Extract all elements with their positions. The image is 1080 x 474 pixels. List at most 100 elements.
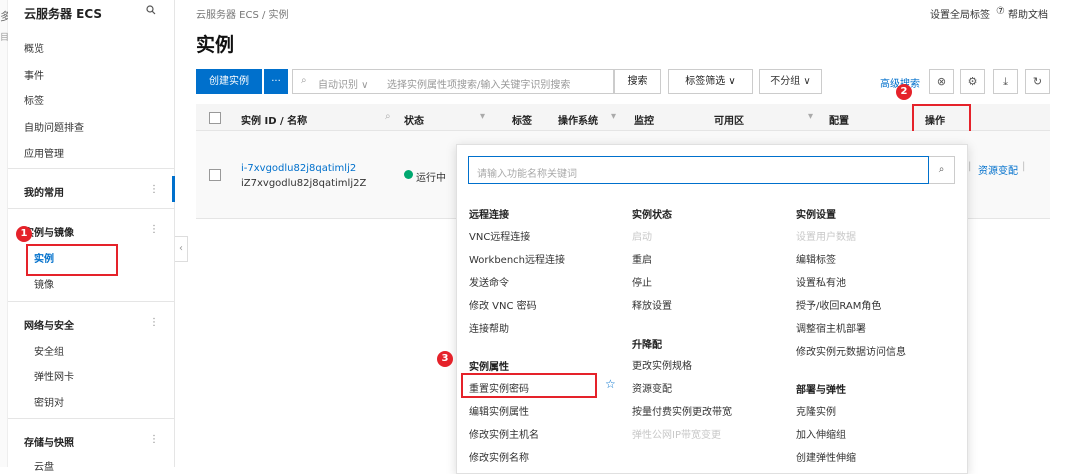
search-placeholder: 选择实例属性项搜索/输入关键字识别搜索 [387, 80, 571, 91]
search-type-select[interactable]: 自动识别 ∨ [318, 76, 369, 91]
action-separator: | [1022, 161, 1026, 172]
menu-item-send-command[interactable]: 发送命令 [469, 274, 509, 289]
section-remote-connection: 远程连接 [469, 210, 509, 221]
left-strip [0, 0, 8, 467]
more-icon[interactable]: ⋮ [149, 317, 159, 328]
sidebar-item-disks[interactable]: 云盘 [34, 458, 54, 473]
help-icon[interactable]: ⑦ [996, 6, 1005, 17]
filter-icon[interactable]: ▾ [480, 111, 485, 122]
sidebar-item-images[interactable]: 镜像 [34, 276, 54, 291]
function-search-input[interactable]: 请输入功能名称关键词 [468, 156, 929, 184]
sidebar-item-eni[interactable]: 弹性网卡 [34, 368, 74, 383]
menu-item-clone-instance[interactable]: 克隆实例 [796, 403, 836, 418]
menu-item-connect-help[interactable]: 连接帮助 [469, 320, 509, 335]
search-icon[interactable]: ⌕ [385, 111, 391, 122]
menu-item-eip-bandwidth[interactable]: 弹性公网IP带宽变更 [632, 426, 721, 441]
more-actions-button[interactable]: ··· [264, 69, 288, 94]
page-title: 实例 [196, 34, 235, 56]
function-search-placeholder: 请输入功能名称关键词 [477, 169, 577, 180]
col-header-monitor: 监控 [634, 116, 654, 127]
col-header-status: 状态 [404, 116, 424, 127]
search-input[interactable]: ⌕ 自动识别 ∨ 选择实例属性项搜索/输入关键字识别搜索 [292, 69, 614, 94]
annotation-box-1 [26, 244, 118, 276]
global-tags-link[interactable]: 设置全局标签 [930, 6, 990, 21]
col-header-os: 操作系统 [558, 116, 598, 127]
search-icon[interactable]: ⌕ [929, 156, 955, 184]
menu-item-join-scaling-group[interactable]: 加入伸缩组 [796, 426, 846, 441]
resize-resource-link[interactable]: 资源变配 [978, 162, 1018, 177]
menu-item-ram-role[interactable]: 授予/收回RAM角色 [796, 297, 881, 312]
sidebar-item-favorites[interactable]: 我的常用 [24, 184, 64, 199]
running-status-icon [404, 170, 413, 179]
section-upgrade-downgrade: 升降配 [632, 340, 662, 351]
sidebar-group-storage[interactable]: 存储与快照 [24, 434, 74, 449]
action-separator: | [968, 161, 972, 172]
menu-item-stop[interactable]: 停止 [632, 274, 652, 289]
more-icon[interactable]: ⋮ [149, 434, 159, 445]
collapse-sidebar-button[interactable]: ‹ [175, 236, 188, 262]
menu-item-edit-attributes[interactable]: 编辑实例属性 [469, 403, 529, 418]
annotation-badge-3: 3 [437, 351, 453, 367]
sidebar-item-events[interactable]: 事件 [24, 67, 44, 82]
menu-item-change-vnc-password[interactable]: 修改 VNC 密码 [469, 297, 537, 312]
section-instance-attributes: 实例属性 [469, 362, 509, 373]
instance-name: iZ7xvgodlu82j8qatimlj2Z [241, 178, 367, 189]
create-instance-button[interactable]: 创建实例 [196, 69, 262, 94]
gear-icon[interactable]: ⚙ [960, 69, 985, 94]
refresh-icon[interactable]: ↻ [1025, 69, 1050, 94]
section-deployment-elasticity: 部署与弹性 [796, 385, 846, 396]
filter-settings-icon[interactable]: ⊗ [929, 69, 954, 94]
star-icon[interactable]: ☆ [605, 377, 616, 391]
instance-id-link[interactable]: i-7xvgodlu82j8qatimlj2 [241, 163, 356, 174]
sidebar-item-troubleshoot[interactable]: 自助问题排查 [24, 119, 84, 134]
menu-item-change-spec[interactable]: 更改实例规格 [632, 357, 692, 372]
sidebar-group-network-security[interactable]: 网络与安全 [24, 317, 74, 332]
col-header-tags: 标签 [512, 116, 532, 127]
more-icon[interactable]: ⋮ [149, 184, 159, 195]
search-button[interactable]: 搜索 [614, 69, 661, 94]
menu-item-change-hostname[interactable]: 修改实例主机名 [469, 426, 539, 441]
col-header-config: 配置 [829, 116, 849, 127]
menu-item-metadata-access[interactable]: 修改实例元数据访问信息 [796, 343, 906, 358]
menu-item-edit-tags[interactable]: 编辑标签 [796, 251, 836, 266]
col-header-zone: 可用区 [714, 116, 744, 127]
menu-item-private-pool[interactable]: 设置私有池 [796, 274, 846, 289]
search-icon: ⌕ [301, 75, 307, 86]
menu-item-user-data[interactable]: 设置用户数据 [796, 228, 856, 243]
sidebar-divider [8, 208, 175, 209]
search-icon[interactable] [146, 5, 156, 18]
group-select[interactable]: 不分组 ∨ [759, 69, 822, 94]
more-icon[interactable]: ⋮ [149, 224, 159, 235]
sidebar-divider [8, 168, 175, 169]
status-badge: 运行中 [416, 173, 446, 184]
breadcrumb[interactable]: 云服务器 ECS / 实例 [196, 6, 289, 21]
annotation-badge-1: 1 [16, 226, 32, 242]
menu-item-release-settings[interactable]: 释放设置 [632, 297, 672, 312]
filter-icon[interactable]: ▾ [808, 111, 813, 122]
sidebar-divider [8, 418, 175, 419]
sidebar-item-tags[interactable]: 标签 [24, 92, 44, 107]
menu-item-vnc-connect[interactable]: VNC远程连接 [469, 228, 530, 243]
sidebar-item-security-groups[interactable]: 安全组 [34, 343, 64, 358]
sidebar-item-keypairs[interactable]: 密钥对 [34, 394, 64, 409]
menu-item-change-name[interactable]: 修改实例名称 [469, 449, 529, 464]
help-docs-link[interactable]: 帮助文档 [1008, 6, 1048, 21]
menu-item-change-bandwidth[interactable]: 按量付费实例更改带宽 [632, 403, 732, 418]
col-header-id: 实例 ID / 名称 [241, 116, 308, 127]
menu-item-create-scaling[interactable]: 创建弹性伸缩 [796, 449, 856, 464]
sidebar-divider [8, 301, 175, 302]
filter-icon[interactable]: ▾ [611, 111, 616, 122]
menu-item-workbench-connect[interactable]: Workbench远程连接 [469, 251, 565, 266]
tag-filter-button[interactable]: 标签筛选 ∨ [668, 69, 753, 94]
sidebar-item-apps[interactable]: 应用管理 [24, 145, 64, 160]
active-indicator [172, 176, 175, 202]
menu-item-start[interactable]: 启动 [632, 228, 652, 243]
row-checkbox[interactable] [209, 169, 221, 181]
menu-item-restart[interactable]: 重启 [632, 251, 652, 266]
download-icon[interactable]: ⤓ [993, 69, 1018, 94]
select-all-checkbox[interactable] [209, 112, 221, 124]
menu-item-host-deployment[interactable]: 调整宿主机部署 [796, 320, 866, 335]
menu-item-resize-resource[interactable]: 资源变配 [632, 380, 672, 395]
annotation-box-3 [461, 373, 597, 398]
sidebar-item-overview[interactable]: 概览 [24, 40, 44, 55]
